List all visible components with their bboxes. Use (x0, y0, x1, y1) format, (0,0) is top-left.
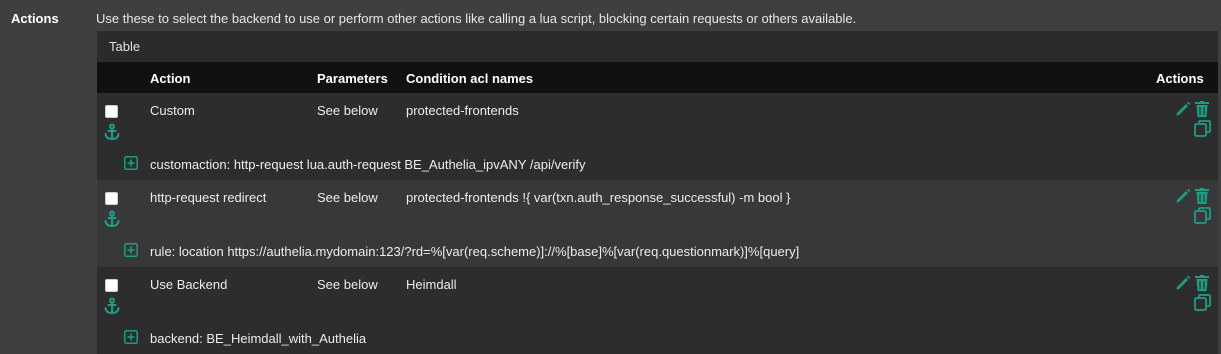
copy-icon[interactable] (1194, 294, 1211, 311)
pencil-icon[interactable] (1175, 101, 1191, 117)
table-detail-row: customaction: http-request lua.auth-requ… (97, 149, 1218, 180)
row-action: Custom (150, 103, 195, 118)
table-row: Custom See below protected-frontends (97, 93, 1218, 149)
plus-square-icon[interactable] (124, 243, 138, 257)
actions-table-panel: Table Action Parameters Condition acl na… (97, 31, 1218, 354)
row-checkbox[interactable] (105, 192, 118, 205)
header-action[interactable]: Action (150, 71, 190, 86)
row-parameters: See below (317, 190, 378, 205)
panel-title: Table (109, 39, 141, 54)
trash-icon[interactable] (1195, 101, 1209, 117)
row-detail: backend: BE_Heimdall_with_Authelia (150, 331, 367, 346)
anchor-icon[interactable] (103, 210, 121, 228)
header-parameters[interactable]: Parameters (317, 71, 388, 86)
row-action: http-request redirect (150, 190, 267, 205)
section-description: Use these to select the backend to use o… (96, 11, 857, 26)
table-row: http-request redirect See below protecte… (97, 180, 1218, 236)
copy-icon[interactable] (1194, 120, 1211, 137)
row-condition: protected-frontends (406, 103, 519, 118)
anchor-icon[interactable] (103, 123, 121, 141)
table-detail-row: backend: BE_Heimdall_with_Authelia (97, 323, 1218, 354)
section-label: Actions (11, 11, 59, 26)
row-action-icons (1173, 273, 1213, 313)
copy-icon[interactable] (1194, 207, 1211, 224)
trash-icon[interactable] (1195, 188, 1209, 204)
trash-icon[interactable] (1195, 275, 1209, 291)
row-action: Use Backend (150, 277, 228, 292)
row-action-icons (1173, 186, 1213, 226)
plus-square-icon[interactable] (124, 156, 138, 170)
pencil-icon[interactable] (1175, 188, 1191, 204)
row-detail: rule: location https://authelia.mydomain… (150, 244, 800, 259)
row-checkbox[interactable] (105, 105, 118, 118)
pencil-icon[interactable] (1175, 275, 1191, 291)
table-row: Use Backend See below Heimdall (97, 267, 1218, 323)
plus-square-icon[interactable] (124, 330, 138, 344)
row-parameters: See below (317, 277, 378, 292)
header-condition[interactable]: Condition acl names (406, 71, 533, 86)
row-action-icons (1173, 99, 1213, 139)
row-detail: customaction: http-request lua.auth-requ… (150, 157, 586, 172)
row-condition: Heimdall (406, 277, 457, 292)
table-header: Action Parameters Condition acl names Ac… (97, 62, 1218, 93)
anchor-icon[interactable] (103, 297, 121, 315)
row-checkbox[interactable] (105, 279, 118, 292)
header-actions: Actions (1156, 71, 1204, 86)
row-condition: protected-frontends !{ var(txn.auth_resp… (406, 190, 791, 205)
row-parameters: See below (317, 103, 378, 118)
table-detail-row: rule: location https://authelia.mydomain… (97, 236, 1218, 267)
